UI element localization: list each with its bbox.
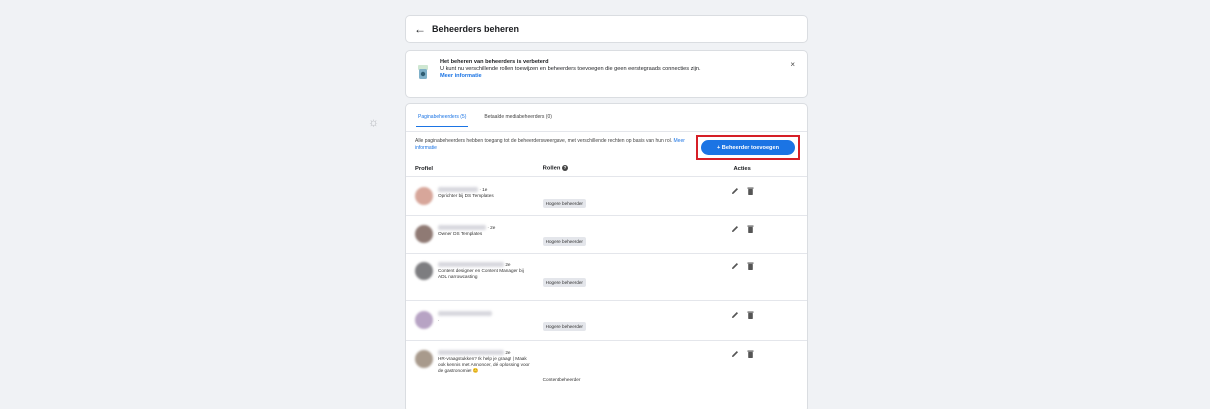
actions-cell <box>677 225 807 233</box>
pencil-icon[interactable] <box>731 262 739 270</box>
column-roles-label: Rollen <box>542 165 561 172</box>
avatar[interactable] <box>415 350 433 368</box>
column-profile: Profiel <box>415 165 434 172</box>
role-cell: Hogere beheerder <box>542 311 678 333</box>
connection-degree: · 1e <box>479 187 488 192</box>
connection-degree: 2e <box>505 350 511 355</box>
pencil-icon[interactable] <box>731 187 739 195</box>
blurred-name[interactable] <box>438 350 504 356</box>
pencil-icon[interactable] <box>731 225 739 233</box>
connection-degree: 2e <box>505 262 511 267</box>
admins-description: Alle paginabeheerders hebben toegang tot… <box>415 138 705 152</box>
table-row: 2e HR-vraagstukken? Ik help je graag! | … <box>406 341 807 409</box>
role-cell: Contentbeheerder <box>543 350 678 386</box>
trash-icon[interactable] <box>747 187 754 195</box>
avatar[interactable] <box>415 187 433 205</box>
profile-cell: 2e HR-vraagstukken? Ik help je graag! | … <box>406 350 543 374</box>
close-icon[interactable]: × <box>790 60 795 69</box>
notice-learn-more-link[interactable]: Meer informatie <box>440 73 783 80</box>
avatar[interactable] <box>415 311 433 329</box>
avatar[interactable] <box>415 225 433 243</box>
profile-cell: . <box>406 311 543 329</box>
trash-icon[interactable] <box>747 262 754 270</box>
pencil-icon[interactable] <box>731 350 739 358</box>
profile-subtitle: Owner DS Templates <box>438 231 483 236</box>
tab-page-admins[interactable]: Paginabeheerders (5) <box>416 112 469 127</box>
pencil-icon[interactable] <box>731 311 739 319</box>
trash-icon[interactable] <box>747 225 754 233</box>
actions-cell <box>677 262 807 270</box>
role-badge: Hogere beheerder <box>542 322 586 331</box>
table-row: · 1e Oprichter bij DS Templates Hogere b… <box>406 178 807 216</box>
table-row: · 2e Owner DS Templates Hogere beheerder <box>406 216 807 254</box>
description-text: Alle paginabeheerders hebben toegang tot… <box>415 138 673 144</box>
role-cell: Hogere beheerder <box>542 225 678 248</box>
table-row: 2e Content designer en Content Manager b… <box>406 254 807 301</box>
add-admin-button[interactable]: + Beheerder toevoegen <box>701 140 795 155</box>
profile-subtitle: HR-vraagstukken? Ik help je graag! | Maa… <box>438 356 530 373</box>
profile-subtitle: Content designer en Content Manager bij … <box>438 268 524 279</box>
actions-cell <box>677 311 807 319</box>
avatar[interactable] <box>415 262 433 280</box>
table-header: Profiel Rollen ? Acties <box>406 161 807 177</box>
info-notice: Het beheren van beheerders is verbeterd … <box>405 50 808 98</box>
notice-body: U kunt nu verschillende rollen toewijzen… <box>440 66 701 72</box>
profile-cell: 2e Content designer en Content Manager b… <box>406 262 543 280</box>
connection-degree: · 2e <box>487 225 496 230</box>
role-cell: Hogere beheerder <box>542 262 678 289</box>
add-admin-highlight: + Beheerder toevoegen <box>696 135 800 160</box>
back-arrow-icon[interactable]: ← <box>414 23 426 35</box>
blurred-name[interactable] <box>438 311 492 317</box>
profile-info: . <box>438 311 492 323</box>
role-badge: Hogere beheerder <box>542 237 586 246</box>
profile-info: 2e HR-vraagstukken? Ik help je graag! | … <box>438 350 533 374</box>
sun-icon: ☼ <box>368 115 379 129</box>
role-cell: Hogere beheerder <box>542 187 678 210</box>
table-row: . Hogere beheerder <box>406 301 807 341</box>
admin-table-card: Paginabeheerders (5) Betaalde mediabehee… <box>405 103 808 409</box>
column-roles: Rollen ? <box>543 165 678 172</box>
profile-info: · 2e Owner DS Templates <box>438 225 495 237</box>
admin-badge-icon <box>418 65 428 79</box>
profile-info: 2e Content designer en Content Manager b… <box>438 262 533 280</box>
admin-tabs: Paginabeheerders (5) Betaalde mediabehee… <box>416 112 554 127</box>
tab-paid-media-admins[interactable]: Betaalde mediabeheerders (0) <box>482 112 554 127</box>
actions-cell <box>677 187 807 195</box>
role-badge: Hogere beheerder <box>542 199 586 208</box>
actions-cell <box>677 350 807 358</box>
role-badge: Hogere beheerder <box>542 278 586 287</box>
trash-icon[interactable] <box>747 350 754 358</box>
role-text: Contentbeheerder <box>542 377 581 382</box>
profile-info: · 1e Oprichter bij DS Templates <box>438 187 494 199</box>
column-actions: Acties <box>733 165 751 172</box>
blurred-name[interactable] <box>438 187 478 193</box>
profile-subtitle: . <box>438 317 440 322</box>
trash-icon[interactable] <box>747 311 754 319</box>
admin-column: ← Beheerders beheren Het beheren van beh… <box>405 15 808 409</box>
blurred-name[interactable] <box>438 225 486 231</box>
notice-heading: Het beheren van beheerders is verbeterd <box>440 59 549 65</box>
profile-cell: · 2e Owner DS Templates <box>406 225 543 243</box>
page-title: Beheerders beheren <box>432 24 520 34</box>
blurred-name[interactable] <box>438 262 504 268</box>
help-icon[interactable]: ? <box>562 165 569 172</box>
tab-divider <box>406 131 807 132</box>
page-header: ← Beheerders beheren <box>405 15 808 43</box>
profile-subtitle: Oprichter bij DS Templates <box>438 193 494 198</box>
profile-cell: · 1e Oprichter bij DS Templates <box>406 187 543 205</box>
